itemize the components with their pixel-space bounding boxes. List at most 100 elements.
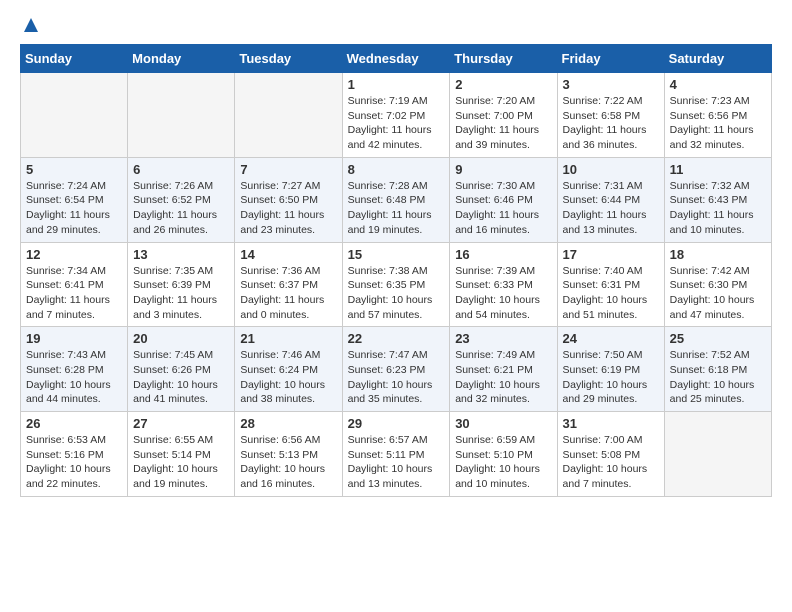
calendar-cell: 19 Sunrise: 7:43 AMSunset: 6:28 PMDayligh… xyxy=(21,327,128,412)
calendar-cell: 7 Sunrise: 7:27 AMSunset: 6:50 PMDaylight… xyxy=(235,157,342,242)
day-number: 18 xyxy=(670,247,766,262)
day-info: Sunrise: 7:42 AMSunset: 6:30 PMDaylight:… xyxy=(670,264,766,323)
day-info: Sunrise: 7:50 AMSunset: 6:19 PMDaylight:… xyxy=(563,348,659,407)
day-info: Sunrise: 7:23 AMSunset: 6:56 PMDaylight:… xyxy=(670,94,766,153)
day-number: 24 xyxy=(563,331,659,346)
weekday-header-monday: Monday xyxy=(128,45,235,73)
calendar-cell: 13 Sunrise: 7:35 AMSunset: 6:39 PMDayligh… xyxy=(128,242,235,327)
calendar-cell: 18 Sunrise: 7:42 AMSunset: 6:30 PMDayligh… xyxy=(664,242,771,327)
day-number: 29 xyxy=(348,416,445,431)
calendar-cell: 1 Sunrise: 7:19 AMSunset: 7:02 PMDaylight… xyxy=(342,73,450,158)
calendar-cell: 24 Sunrise: 7:50 AMSunset: 6:19 PMDayligh… xyxy=(557,327,664,412)
day-info: Sunrise: 7:45 AMSunset: 6:26 PMDaylight:… xyxy=(133,348,229,407)
day-number: 10 xyxy=(563,162,659,177)
day-number: 1 xyxy=(348,77,445,92)
day-info: Sunrise: 7:00 AMSunset: 5:08 PMDaylight:… xyxy=(563,433,659,492)
day-info: Sunrise: 7:26 AMSunset: 6:52 PMDaylight:… xyxy=(133,179,229,238)
calendar-cell: 11 Sunrise: 7:32 AMSunset: 6:43 PMDayligh… xyxy=(664,157,771,242)
calendar-week-row: 1 Sunrise: 7:19 AMSunset: 7:02 PMDaylight… xyxy=(21,73,772,158)
calendar-cell: 23 Sunrise: 7:49 AMSunset: 6:21 PMDayligh… xyxy=(450,327,557,412)
day-info: Sunrise: 7:46 AMSunset: 6:24 PMDaylight:… xyxy=(240,348,336,407)
day-info: Sunrise: 7:31 AMSunset: 6:44 PMDaylight:… xyxy=(563,179,659,238)
day-number: 13 xyxy=(133,247,229,262)
day-number: 14 xyxy=(240,247,336,262)
calendar-week-row: 26Sunrise: 6:53 AMSunset: 5:16 PMDayligh… xyxy=(21,412,772,497)
day-number: 26 xyxy=(26,416,122,431)
calendar-cell: 26Sunrise: 6:53 AMSunset: 5:16 PMDayligh… xyxy=(21,412,128,497)
day-number: 15 xyxy=(348,247,445,262)
day-info: Sunrise: 7:35 AMSunset: 6:39 PMDaylight:… xyxy=(133,264,229,323)
calendar-cell: 25Sunrise: 7:52 AMSunset: 6:18 PMDayligh… xyxy=(664,327,771,412)
calendar-cell: 16 Sunrise: 7:39 AMSunset: 6:33 PMDayligh… xyxy=(450,242,557,327)
day-number: 23 xyxy=(455,331,551,346)
day-info: Sunrise: 7:40 AMSunset: 6:31 PMDaylight:… xyxy=(563,264,659,323)
day-info: Sunrise: 7:27 AMSunset: 6:50 PMDaylight:… xyxy=(240,179,336,238)
logo-triangle-icon xyxy=(22,16,40,34)
calendar-cell: 12 Sunrise: 7:34 AMSunset: 6:41 PMDayligh… xyxy=(21,242,128,327)
day-number: 12 xyxy=(26,247,122,262)
day-number: 7 xyxy=(240,162,336,177)
calendar-cell: 4 Sunrise: 7:23 AMSunset: 6:56 PMDaylight… xyxy=(664,73,771,158)
day-number: 30 xyxy=(455,416,551,431)
calendar-cell xyxy=(128,73,235,158)
day-number: 16 xyxy=(455,247,551,262)
day-number: 11 xyxy=(670,162,766,177)
day-info: Sunrise: 7:39 AMSunset: 6:33 PMDaylight:… xyxy=(455,264,551,323)
day-info: Sunrise: 7:43 AMSunset: 6:28 PMDaylight:… xyxy=(26,348,122,407)
day-number: 28 xyxy=(240,416,336,431)
weekday-header-friday: Friday xyxy=(557,45,664,73)
calendar-cell xyxy=(664,412,771,497)
calendar-cell: 27 Sunrise: 6:55 AMSunset: 5:14 PMDayligh… xyxy=(128,412,235,497)
day-number: 5 xyxy=(26,162,122,177)
calendar-cell: 17 Sunrise: 7:40 AMSunset: 6:31 PMDayligh… xyxy=(557,242,664,327)
calendar-cell: 8 Sunrise: 7:28 AMSunset: 6:48 PMDaylight… xyxy=(342,157,450,242)
weekday-header-wednesday: Wednesday xyxy=(342,45,450,73)
day-info: Sunrise: 7:24 AMSunset: 6:54 PMDaylight:… xyxy=(26,179,122,238)
day-number: 25 xyxy=(670,331,766,346)
calendar-cell: 3Sunrise: 7:22 AMSunset: 6:58 PMDaylight… xyxy=(557,73,664,158)
day-info: Sunrise: 7:19 AMSunset: 7:02 PMDaylight:… xyxy=(348,94,445,153)
day-info: Sunrise: 6:56 AMSunset: 5:13 PMDaylight:… xyxy=(240,433,336,492)
day-info: Sunrise: 7:28 AMSunset: 6:48 PMDaylight:… xyxy=(348,179,445,238)
calendar-cell xyxy=(235,73,342,158)
calendar-cell: 21 Sunrise: 7:46 AMSunset: 6:24 PMDayligh… xyxy=(235,327,342,412)
day-number: 4 xyxy=(670,77,766,92)
day-number: 17 xyxy=(563,247,659,262)
page-header xyxy=(20,20,772,34)
day-info: Sunrise: 7:36 AMSunset: 6:37 PMDaylight:… xyxy=(240,264,336,323)
weekday-header-sunday: Sunday xyxy=(21,45,128,73)
day-number: 6 xyxy=(133,162,229,177)
calendar-cell: 20Sunrise: 7:45 AMSunset: 6:26 PMDayligh… xyxy=(128,327,235,412)
weekday-header-thursday: Thursday xyxy=(450,45,557,73)
day-number: 19 xyxy=(26,331,122,346)
day-info: Sunrise: 7:34 AMSunset: 6:41 PMDaylight:… xyxy=(26,264,122,323)
day-info: Sunrise: 6:59 AMSunset: 5:10 PMDaylight:… xyxy=(455,433,551,492)
calendar-cell: 6 Sunrise: 7:26 AMSunset: 6:52 PMDaylight… xyxy=(128,157,235,242)
day-info: Sunrise: 6:57 AMSunset: 5:11 PMDaylight:… xyxy=(348,433,445,492)
day-number: 27 xyxy=(133,416,229,431)
calendar-table: SundayMondayTuesdayWednesdayThursdayFrid… xyxy=(20,44,772,497)
day-number: 8 xyxy=(348,162,445,177)
day-info: Sunrise: 7:20 AMSunset: 7:00 PMDaylight:… xyxy=(455,94,551,153)
day-info: Sunrise: 7:32 AMSunset: 6:43 PMDaylight:… xyxy=(670,179,766,238)
calendar-cell: 15 Sunrise: 7:38 AMSunset: 6:35 PMDayligh… xyxy=(342,242,450,327)
calendar-cell: 31Sunrise: 7:00 AMSunset: 5:08 PMDayligh… xyxy=(557,412,664,497)
calendar-cell: 2 Sunrise: 7:20 AMSunset: 7:00 PMDaylight… xyxy=(450,73,557,158)
day-number: 21 xyxy=(240,331,336,346)
day-info: Sunrise: 7:47 AMSunset: 6:23 PMDaylight:… xyxy=(348,348,445,407)
day-number: 2 xyxy=(455,77,551,92)
calendar-cell: 28 Sunrise: 6:56 AMSunset: 5:13 PMDayligh… xyxy=(235,412,342,497)
calendar-cell: 30 Sunrise: 6:59 AMSunset: 5:10 PMDayligh… xyxy=(450,412,557,497)
calendar-week-row: 5 Sunrise: 7:24 AMSunset: 6:54 PMDaylight… xyxy=(21,157,772,242)
day-info: Sunrise: 7:49 AMSunset: 6:21 PMDaylight:… xyxy=(455,348,551,407)
calendar-cell: 14 Sunrise: 7:36 AMSunset: 6:37 PMDayligh… xyxy=(235,242,342,327)
day-number: 22 xyxy=(348,331,445,346)
calendar-cell: 29 Sunrise: 6:57 AMSunset: 5:11 PMDayligh… xyxy=(342,412,450,497)
day-info: Sunrise: 6:55 AMSunset: 5:14 PMDaylight:… xyxy=(133,433,229,492)
calendar-cell: 10 Sunrise: 7:31 AMSunset: 6:44 PMDayligh… xyxy=(557,157,664,242)
calendar-cell: 9Sunrise: 7:30 AMSunset: 6:46 PMDaylight… xyxy=(450,157,557,242)
calendar-header-row: SundayMondayTuesdayWednesdayThursdayFrid… xyxy=(21,45,772,73)
calendar-week-row: 12 Sunrise: 7:34 AMSunset: 6:41 PMDayligh… xyxy=(21,242,772,327)
day-number: 3 xyxy=(563,77,659,92)
day-info: Sunrise: 7:38 AMSunset: 6:35 PMDaylight:… xyxy=(348,264,445,323)
